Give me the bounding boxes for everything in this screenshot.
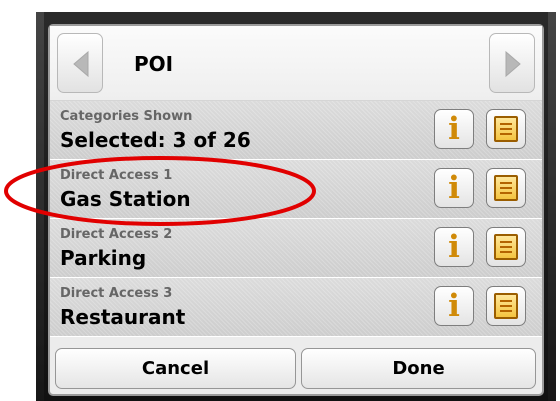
- chevron-left-icon: [73, 50, 89, 78]
- row-value: Selected: 3 of 26: [60, 128, 251, 152]
- frame-left-edge: [36, 12, 44, 401]
- list-button[interactable]: [486, 227, 526, 267]
- settings-row-direct-access-2[interactable]: Direct Access 2 Parking i: [50, 219, 542, 278]
- row-value: Parking: [60, 246, 147, 270]
- list-button[interactable]: [486, 286, 526, 326]
- list-icon: [494, 116, 518, 142]
- list-icon: [494, 175, 518, 201]
- row-label: Direct Access 2: [60, 227, 173, 242]
- forward-button[interactable]: [489, 33, 535, 93]
- info-icon: i: [448, 229, 460, 265]
- chevron-right-icon: [505, 50, 521, 78]
- info-icon: i: [448, 170, 460, 206]
- list-icon: [494, 234, 518, 260]
- info-button[interactable]: i: [434, 109, 474, 149]
- row-label: Direct Access 1: [60, 168, 173, 183]
- settings-row-categories-shown[interactable]: Categories Shown Selected: 3 of 26 i: [50, 101, 542, 160]
- list-button[interactable]: [486, 109, 526, 149]
- list-button[interactable]: [486, 168, 526, 208]
- info-icon: i: [448, 288, 460, 324]
- frame-right-edge: [548, 12, 556, 401]
- row-value: Gas Station: [60, 187, 191, 211]
- poi-dialog: POI Categories Shown Selected: 3 of 26 i: [48, 24, 544, 396]
- row-label: Direct Access 3: [60, 286, 173, 301]
- info-button[interactable]: i: [434, 227, 474, 267]
- page-title: POI: [134, 52, 174, 76]
- cancel-button[interactable]: Cancel: [55, 348, 296, 389]
- back-button[interactable]: [57, 33, 103, 93]
- settings-row-direct-access-1[interactable]: Direct Access 1 Gas Station i: [50, 160, 542, 219]
- row-value: Restaurant: [60, 305, 186, 329]
- info-button[interactable]: i: [434, 168, 474, 208]
- settings-list: Categories Shown Selected: 3 of 26 i Dir…: [50, 101, 542, 337]
- settings-row-direct-access-3[interactable]: Direct Access 3 Restaurant i: [50, 278, 542, 337]
- title-bar: POI: [50, 26, 542, 101]
- info-icon: i: [448, 111, 460, 147]
- info-button[interactable]: i: [434, 286, 474, 326]
- device-frame: POI Categories Shown Selected: 3 of 26 i: [36, 12, 556, 401]
- done-button[interactable]: Done: [301, 348, 536, 389]
- list-icon: [494, 293, 518, 319]
- row-label: Categories Shown: [60, 109, 193, 124]
